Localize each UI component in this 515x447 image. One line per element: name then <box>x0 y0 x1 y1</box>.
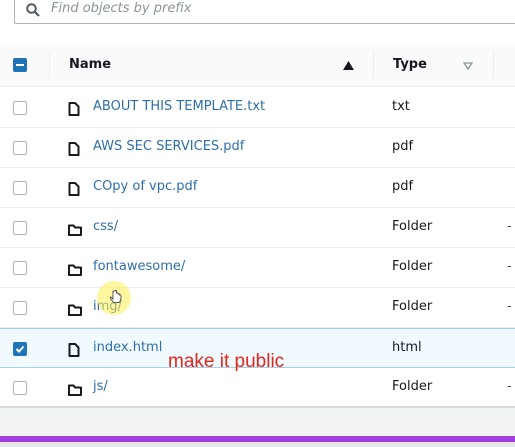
object-extra: - <box>507 379 512 394</box>
object-name-link[interactable]: index.html <box>93 340 162 355</box>
column-divider[interactable] <box>373 52 374 78</box>
file-icon <box>68 101 80 120</box>
column-divider[interactable] <box>493 52 494 78</box>
row-checkbox[interactable] <box>13 141 27 155</box>
sort-descending-icon[interactable] <box>463 62 473 70</box>
search-icon <box>26 3 40 17</box>
row-checkbox[interactable] <box>13 261 27 275</box>
file-icon <box>68 342 80 361</box>
table-row[interactable]: COpy of vpc.pdf pdf <box>0 168 515 208</box>
table-row[interactable]: img/ Folder - <box>0 288 515 328</box>
row-checkbox[interactable] <box>13 381 27 395</box>
object-name-link[interactable]: fontawesome/ <box>93 259 185 274</box>
object-name-link[interactable]: COpy of vpc.pdf <box>93 179 197 194</box>
file-icon <box>68 181 80 200</box>
row-checkbox[interactable] <box>13 101 27 115</box>
object-type: pdf <box>392 139 414 154</box>
column-header-name[interactable]: Name <box>69 57 111 72</box>
select-all-checkbox[interactable] <box>13 58 27 72</box>
bottom-strip <box>0 442 515 447</box>
table-row[interactable]: js/ Folder - <box>0 368 515 408</box>
object-extra: - <box>507 219 512 234</box>
object-extra: - <box>507 259 512 274</box>
table-footer <box>0 406 515 438</box>
object-type: html <box>392 340 422 355</box>
object-type: Folder <box>392 259 433 274</box>
object-type: Folder <box>392 379 433 394</box>
row-checkbox[interactable] <box>13 301 27 315</box>
table-row[interactable]: AWS SEC SERVICES.pdf pdf <box>0 128 515 168</box>
column-divider <box>49 52 50 78</box>
object-name-link[interactable]: ABOUT THIS TEMPLATE.txt <box>93 99 265 114</box>
hand-cursor-icon <box>110 290 122 303</box>
folder-icon <box>68 381 82 400</box>
folder-icon <box>68 261 82 280</box>
annotation-text: make it public <box>168 351 285 372</box>
object-name-link[interactable]: AWS SEC SERVICES.pdf <box>93 139 244 154</box>
object-name-link[interactable]: css/ <box>93 219 118 234</box>
search-input[interactable] <box>49 0 453 17</box>
folder-icon <box>68 221 82 240</box>
row-checkbox[interactable] <box>13 221 27 235</box>
table-row[interactable]: fontawesome/ Folder - <box>0 248 515 288</box>
sort-ascending-icon[interactable] <box>343 61 354 70</box>
row-checkbox[interactable] <box>13 181 27 195</box>
object-name-link[interactable]: js/ <box>93 379 108 394</box>
folder-icon <box>68 301 82 320</box>
table-row[interactable]: ABOUT THIS TEMPLATE.txt txt <box>0 88 515 128</box>
table-row[interactable]: css/ Folder - <box>0 208 515 248</box>
column-header-type[interactable]: Type <box>393 57 427 72</box>
search-box[interactable] <box>14 0 515 24</box>
object-type: pdf <box>392 179 414 194</box>
object-type: Folder <box>392 299 433 314</box>
file-icon <box>68 141 80 160</box>
row-checkbox[interactable] <box>13 342 27 356</box>
object-type: txt <box>392 99 410 114</box>
object-type: Folder <box>392 219 433 234</box>
object-extra: - <box>507 299 512 314</box>
table-header: Name Type <box>0 44 515 87</box>
